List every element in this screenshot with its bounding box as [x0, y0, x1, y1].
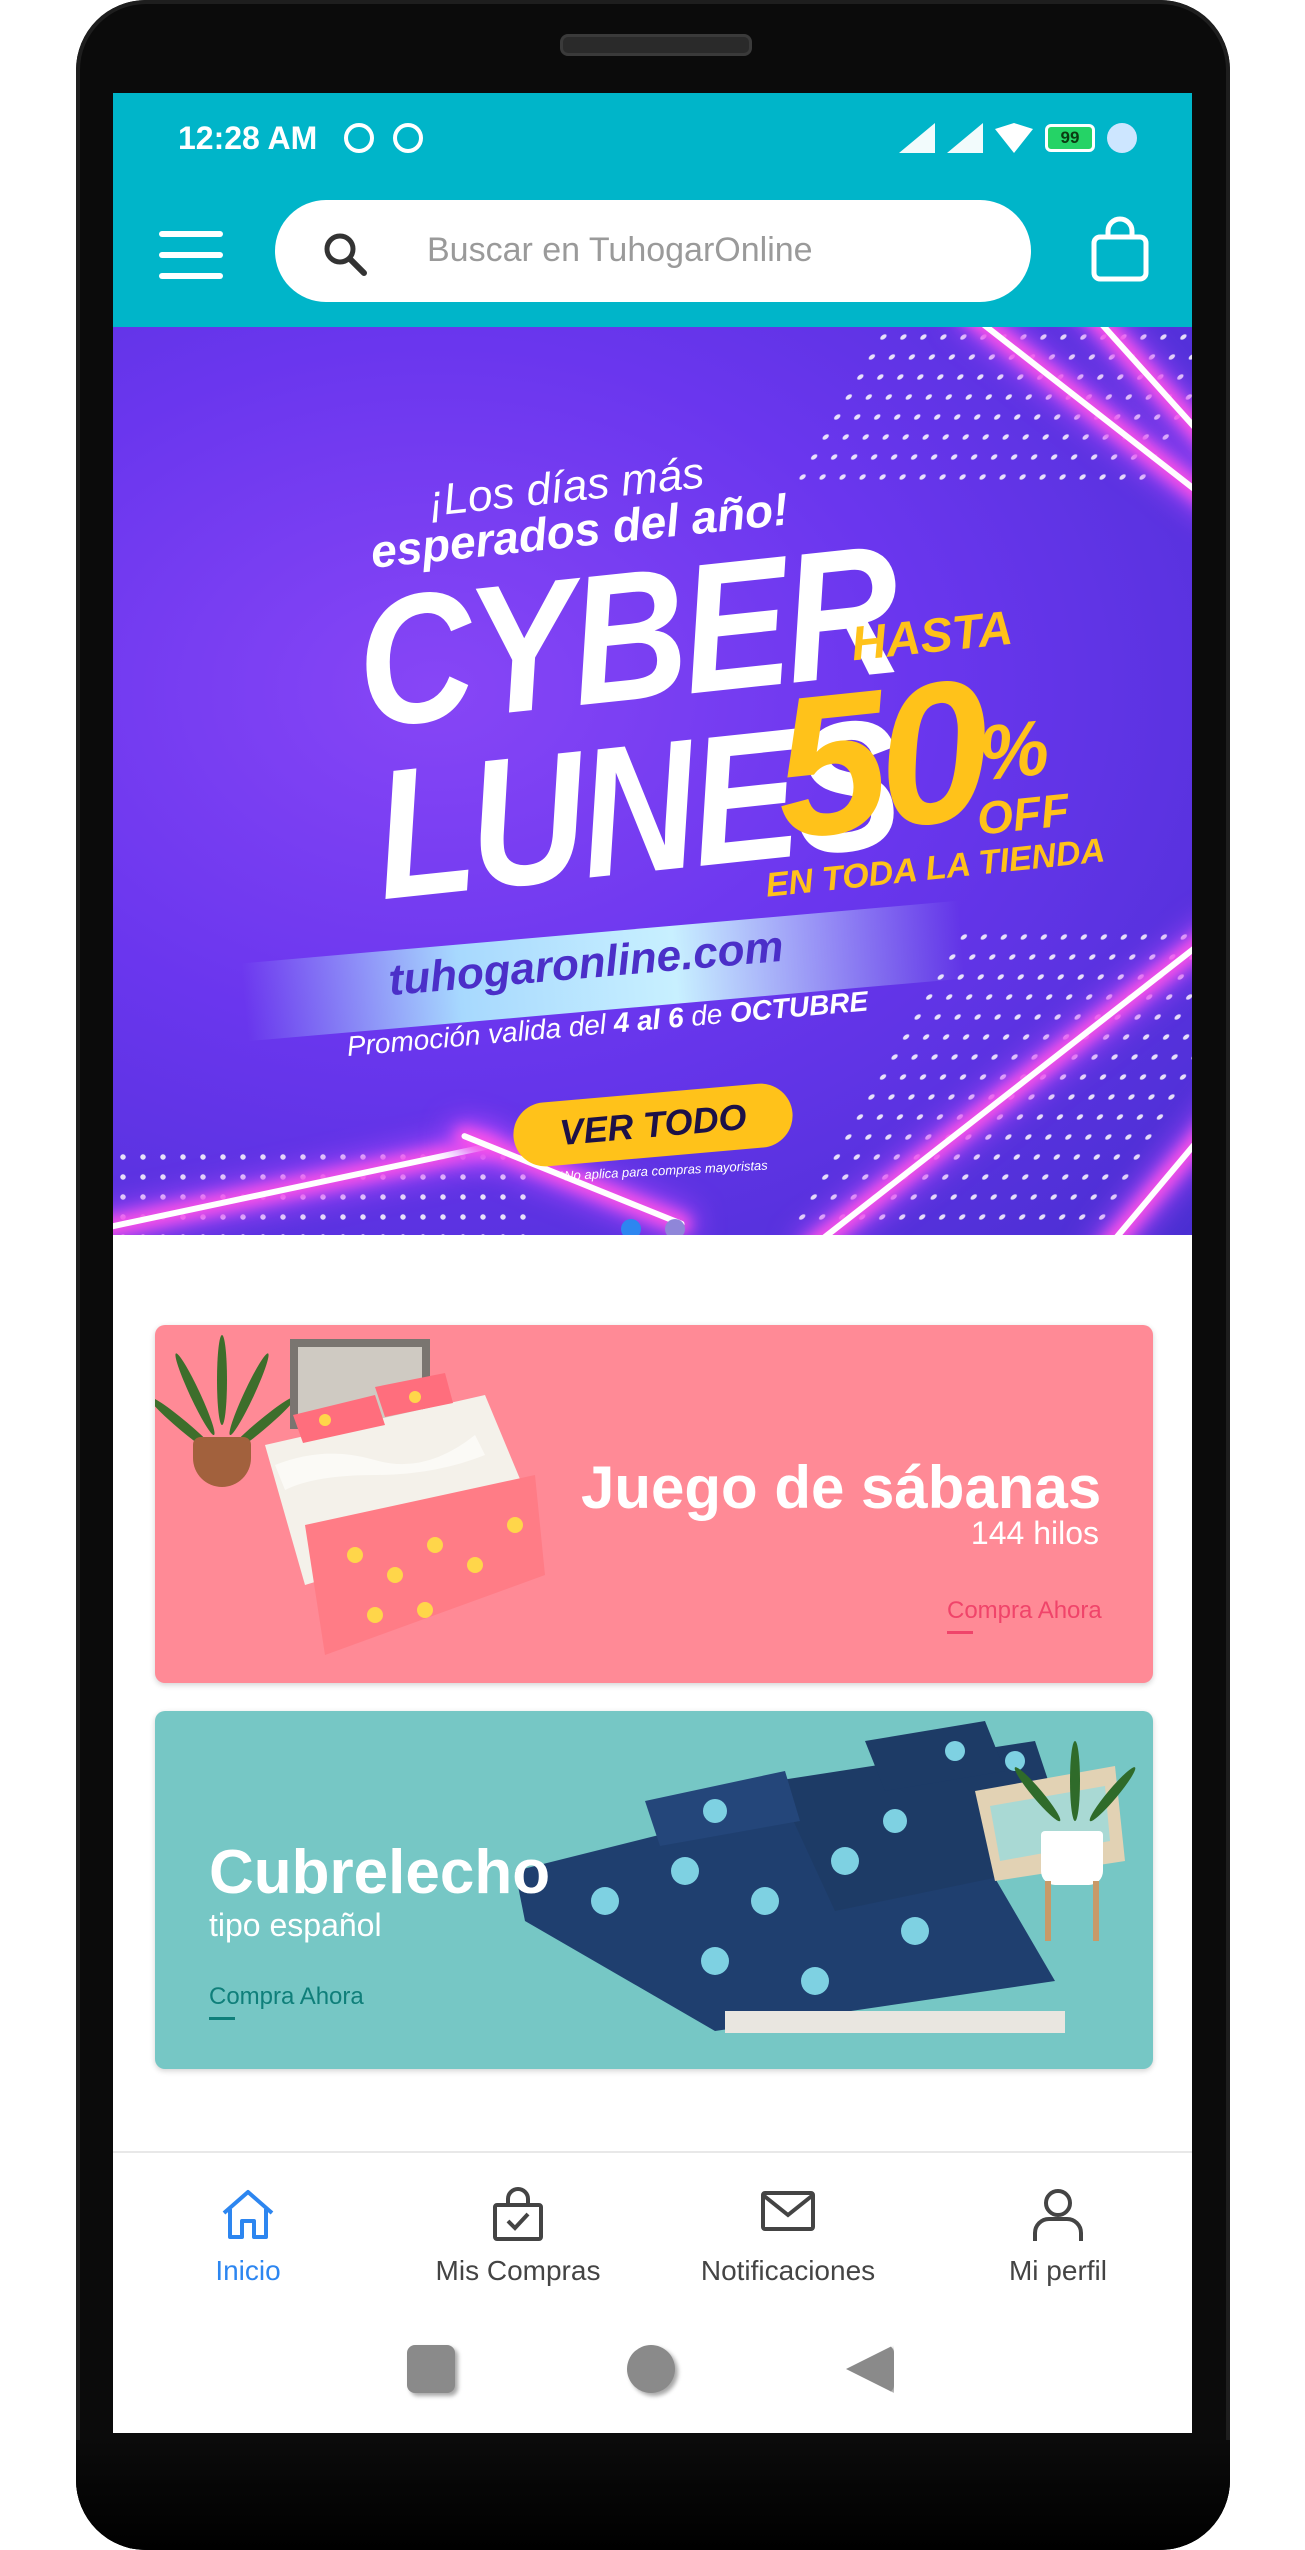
signal-icon — [899, 123, 935, 153]
nav-mis-compras[interactable]: Mis Compras — [383, 2153, 653, 2307]
cta-underline — [947, 1631, 973, 1634]
signal-icon — [947, 123, 983, 153]
home-button[interactable] — [627, 2345, 675, 2393]
decorative-dots — [786, 327, 1192, 487]
nav-notificaciones[interactable]: Notificaciones — [653, 2153, 923, 2307]
app-screen: 12:28 AM 99 Buscar en TuhogarOnline ¡Los… — [113, 93, 1192, 2433]
bed-sheets-illustration — [265, 1339, 545, 1655]
phone-chin — [76, 2440, 1230, 2550]
shopping-bag-check-icon — [493, 2187, 543, 2241]
home-icon — [222, 2190, 274, 2239]
phone-speaker — [560, 34, 752, 56]
promo-card-cubrelecho[interactable]: Cubrelecho tipo español Compra Ahora — [155, 1711, 1153, 2069]
status-time: 12:28 AM — [178, 120, 318, 156]
nav-label: Mis Compras — [435, 2255, 601, 2286]
compra-ahora-link[interactable]: Compra Ahora — [209, 1983, 364, 2011]
back-button[interactable] — [846, 2345, 894, 2393]
nav-label: Notificaciones — [700, 2255, 876, 2286]
search-input[interactable]: Buscar en TuhogarOnline — [275, 200, 1031, 302]
cta-underline — [209, 2017, 235, 2020]
shopping-bag-icon[interactable] — [1088, 215, 1152, 285]
compra-ahora-link[interactable]: Compra Ahora — [947, 1597, 1102, 1625]
system-navigation-bar — [113, 2305, 1192, 2433]
card-title: Juego de sábanas — [581, 1454, 1102, 1521]
promo-text: de — [682, 997, 732, 1033]
promo-banner-carousel[interactable]: ¡Los días más esperados del año! CYBER L… — [113, 327, 1192, 1235]
nav-mi-perfil[interactable]: Mi perfil — [923, 2153, 1192, 2307]
bedspread-illustration — [515, 1721, 1125, 2033]
notification-icon — [393, 123, 423, 153]
nav-label: Mi perfil — [1008, 2255, 1107, 2286]
notification-icon — [344, 123, 374, 153]
card-title: Cubrelecho — [209, 1838, 551, 1907]
hamburger-menu-icon[interactable] — [159, 231, 223, 279]
card-subtitle: 144 hilos — [970, 1515, 1099, 1551]
bottom-navigation: Inicio Mis Compras Notificaciones Mi per… — [113, 2151, 1192, 2309]
status-bar: 12:28 AM 99 — [113, 93, 1192, 195]
card-subtitle: tipo español — [209, 1907, 382, 1943]
carousel-indicator[interactable] — [665, 1219, 685, 1235]
recents-button[interactable] — [407, 2345, 455, 2393]
carousel-indicator-active[interactable] — [621, 1219, 641, 1235]
user-icon — [1033, 2189, 1083, 2241]
app-bar: Buscar en TuhogarOnline — [113, 195, 1192, 327]
decorative-dots — [113, 1147, 533, 1235]
search-placeholder: Buscar en TuhogarOnline — [427, 231, 813, 269]
promo-dates: 4 al 6 — [612, 1001, 685, 1039]
search-icon — [324, 233, 367, 276]
nav-inicio[interactable]: Inicio — [113, 2153, 383, 2307]
wifi-icon — [995, 123, 1033, 153]
battery-icon: 99 — [1045, 124, 1095, 152]
status-indicators: 99 — [899, 123, 1137, 153]
nav-label: Inicio — [215, 2255, 281, 2286]
banner-discount: 50 — [763, 637, 993, 882]
envelope-icon — [761, 2191, 815, 2231]
data-saver-icon — [1107, 123, 1137, 153]
promo-card-sabanas[interactable]: Juego de sábanas 144 hilos Compra Ahora — [155, 1325, 1153, 1683]
ver-todo-button[interactable]: VER TODO — [510, 1080, 796, 1170]
